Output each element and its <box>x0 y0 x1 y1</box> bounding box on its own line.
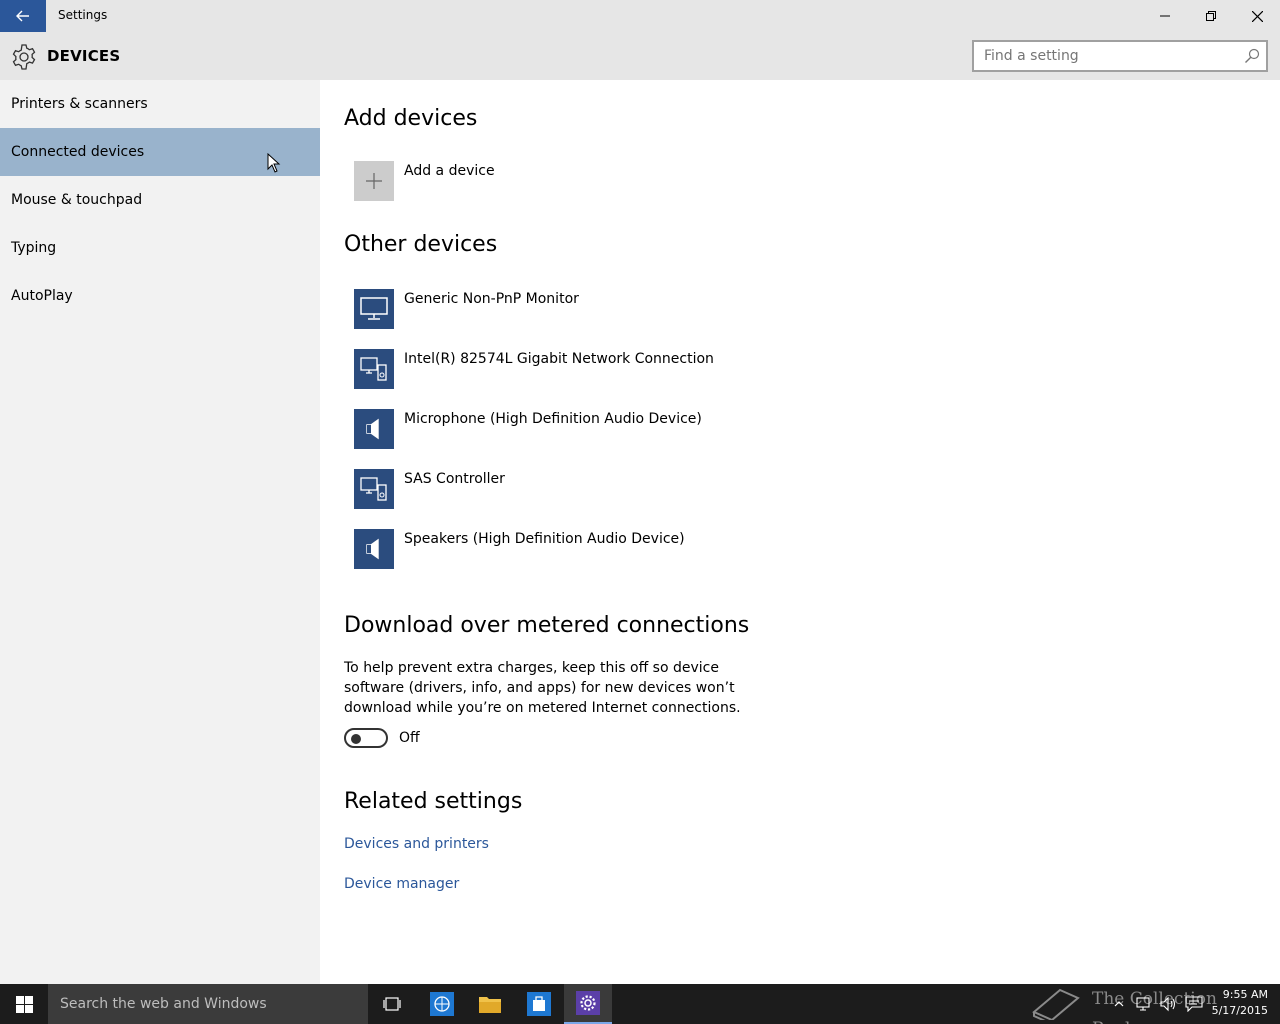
sidebar-item-label: Printers & scanners <box>11 96 148 112</box>
minimize-icon <box>1160 15 1170 17</box>
minimize-button[interactable] <box>1142 0 1188 32</box>
back-arrow-icon <box>16 10 29 22</box>
settings-gear-icon <box>576 991 600 1015</box>
device-name[interactable]: Microphone (High Definition Audio Device… <box>404 411 702 427</box>
generic-device-icon <box>360 477 387 501</box>
device-name[interactable]: Intel(R) 82574L Gigabit Network Connecti… <box>404 351 714 367</box>
toggle-knob <box>351 734 361 744</box>
back-button[interactable] <box>0 0 46 32</box>
toggle-state-label: Off <box>399 730 420 746</box>
device-name[interactable]: Speakers (High Definition Audio Device) <box>404 531 685 547</box>
restore-button[interactable] <box>1188 0 1234 32</box>
taskbar-search[interactable] <box>48 984 368 1024</box>
sidebar-item-printers-scanners[interactable]: Printers & scanners <box>0 80 320 128</box>
taskbar-clock[interactable]: 9:55 AM 5/17/2015 <box>1212 987 1268 1019</box>
main-content: Add devices Add a device Other devices G… <box>320 80 1280 984</box>
folder-icon <box>479 997 501 1013</box>
settings-header: DEVICES <box>0 32 1280 80</box>
network-icon[interactable] <box>1136 996 1154 1012</box>
browser-icon <box>430 992 454 1016</box>
other-devices-heading: Other devices <box>344 232 498 257</box>
page-title: DEVICES <box>47 47 121 65</box>
plus-icon <box>366 173 382 189</box>
device-name[interactable]: Generic Non-PnP Monitor <box>404 291 579 307</box>
metered-heading: Download over metered connections <box>344 613 750 638</box>
start-button[interactable] <box>0 984 48 1024</box>
task-view-icon <box>383 997 401 1011</box>
taskbar-settings[interactable] <box>564 984 612 1024</box>
search-input[interactable] <box>974 42 1234 70</box>
device-name[interactable]: SAS Controller <box>404 471 505 487</box>
sidebar-item-autoplay[interactable]: AutoPlay <box>0 272 320 320</box>
related-settings-heading: Related settings <box>344 789 523 814</box>
device-tile-monitor[interactable] <box>354 289 394 329</box>
taskbar-file-explorer[interactable] <box>466 984 514 1024</box>
sidebar: Printers & scanners Connected devices Mo… <box>0 80 320 984</box>
taskbar-store[interactable] <box>515 984 563 1024</box>
show-hidden-icons-icon[interactable] <box>1114 996 1124 1012</box>
action-center-icon[interactable] <box>1185 996 1203 1012</box>
close-button[interactable] <box>1234 0 1280 32</box>
add-device-button[interactable] <box>354 161 394 201</box>
metered-description: To help prevent extra charges, keep this… <box>344 660 741 716</box>
metered-toggle[interactable] <box>344 728 388 748</box>
close-icon <box>1251 10 1263 22</box>
clock-time: 9:55 AM <box>1222 988 1268 1001</box>
volume-icon[interactable] <box>1160 996 1178 1012</box>
sidebar-item-mouse-touchpad[interactable]: Mouse & touchpad <box>0 176 320 224</box>
taskbar-browser-app[interactable] <box>418 984 466 1024</box>
sidebar-item-typing[interactable]: Typing <box>0 224 320 272</box>
device-tile-network[interactable] <box>354 349 394 389</box>
speaker-icon <box>366 538 379 560</box>
windows-logo-icon <box>15 995 33 1013</box>
sidebar-item-label: AutoPlay <box>11 288 73 304</box>
title-bar: Settings <box>0 0 1280 32</box>
device-manager-link[interactable]: Device manager <box>344 876 459 892</box>
mouse-cursor-icon <box>267 153 281 173</box>
window-title: Settings <box>58 8 108 22</box>
sidebar-item-label: Typing <box>11 240 57 256</box>
device-tile-microphone[interactable] <box>354 409 394 449</box>
restore-icon <box>1206 11 1216 21</box>
generic-device-icon <box>360 357 387 381</box>
book-icon <box>1032 988 1080 1020</box>
monitor-icon <box>360 297 388 320</box>
search-icon[interactable] <box>1244 48 1260 64</box>
device-tile-speakers[interactable] <box>354 529 394 569</box>
gear-icon <box>12 44 36 70</box>
taskbar-search-input[interactable] <box>48 984 368 1024</box>
device-tile-sas-controller[interactable] <box>354 469 394 509</box>
sidebar-item-label: Connected devices <box>11 144 145 160</box>
taskbar: The Collection Book 9:55 AM 5/17/2015 <box>0 984 1280 1024</box>
speaker-icon <box>366 418 379 440</box>
add-devices-heading: Add devices <box>344 106 478 131</box>
store-icon <box>527 992 551 1016</box>
add-device-label[interactable]: Add a device <box>404 163 495 179</box>
devices-and-printers-link[interactable]: Devices and printers <box>344 836 489 852</box>
task-view-button[interactable] <box>368 984 416 1024</box>
search-box[interactable] <box>972 40 1268 72</box>
clock-date: 5/17/2015 <box>1211 1004 1268 1017</box>
sidebar-item-label: Mouse & touchpad <box>11 192 143 208</box>
